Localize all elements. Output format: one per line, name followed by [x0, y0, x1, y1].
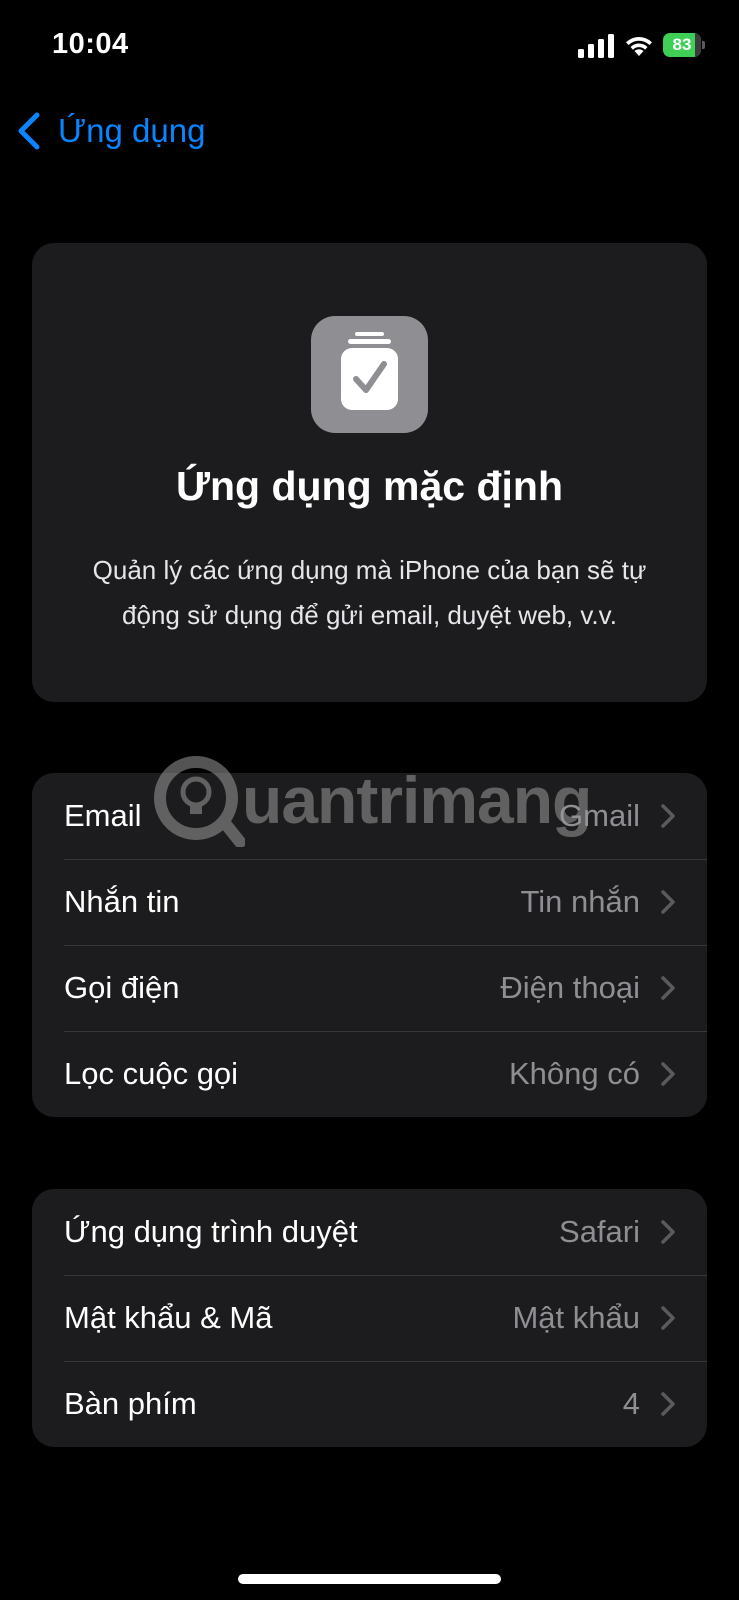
page-title: Ứng dụng mặc định — [175, 463, 564, 509]
chevron-right-icon — [661, 890, 675, 914]
row-label: Ứng dụng trình duyệt — [64, 1214, 358, 1249]
checklist-icon — [341, 332, 398, 410]
chevron-right-icon — [661, 1306, 675, 1330]
battery-indicator: 83 — [663, 33, 705, 57]
row-value: 4 — [622, 1386, 640, 1421]
row-value: Điện thoại — [500, 970, 640, 1005]
watermark-text: uantrimang — [242, 763, 592, 837]
page-description: Quản lý các ứng dụng mà iPhone của bạn s… — [92, 555, 647, 630]
watermark: uantrimang — [150, 752, 600, 852]
battery-cap — [702, 41, 705, 49]
chevron-right-icon — [661, 976, 675, 1000]
cellular-signal-icon — [578, 34, 614, 58]
row-label: Bàn phím — [64, 1386, 197, 1421]
row-label: Mật khẩu & Mã — [64, 1300, 273, 1335]
row-value: Safari — [559, 1214, 640, 1249]
wifi-icon — [626, 36, 652, 56]
row-label: Lọc cuộc gọi — [64, 1056, 239, 1091]
row-label: Nhắn tin — [64, 884, 180, 919]
row-keyboards[interactable]: Bàn phím 4 — [32, 1361, 707, 1447]
status-time: 10:04 — [52, 28, 129, 60]
status-bar: 10:04 83 — [0, 0, 739, 90]
back-button-label: Ứng dụng — [58, 112, 206, 149]
row-value: Tin nhắn — [520, 884, 641, 919]
chevron-right-icon — [661, 1392, 675, 1416]
chevron-right-icon — [661, 1220, 675, 1244]
back-button[interactable]: Ứng dụng — [16, 106, 205, 156]
row-label: Gọi điện — [64, 970, 180, 1005]
default-apps-icon — [311, 316, 428, 433]
lightbulb-logo-icon — [154, 756, 245, 847]
chevron-left-icon — [18, 112, 40, 150]
battery-percentage: 83 — [672, 35, 692, 54]
battery-body: 83 — [663, 33, 701, 57]
home-indicator[interactable] — [238, 1574, 501, 1584]
hero-card: Ứng dụng mặc định Quản lý các ứng dụng m… — [32, 243, 707, 702]
row-label: Email — [64, 798, 142, 833]
row-value: Mật khẩu — [512, 1300, 640, 1335]
row-value: Không có — [509, 1056, 640, 1091]
row-messaging[interactable]: Nhắn tin Tin nhắn — [32, 859, 707, 945]
chevron-right-icon — [661, 804, 675, 828]
row-call-filtering[interactable]: Lọc cuộc gọi Không có — [32, 1031, 707, 1117]
row-browser-app[interactable]: Ứng dụng trình duyệt Safari — [32, 1189, 707, 1275]
default-apps-group-other: Ứng dụng trình duyệt Safari Mật khẩu & M… — [32, 1189, 707, 1447]
chevron-right-icon — [661, 1062, 675, 1086]
row-passwords-codes[interactable]: Mật khẩu & Mã Mật khẩu — [32, 1275, 707, 1361]
row-calling[interactable]: Gọi điện Điện thoại — [32, 945, 707, 1031]
